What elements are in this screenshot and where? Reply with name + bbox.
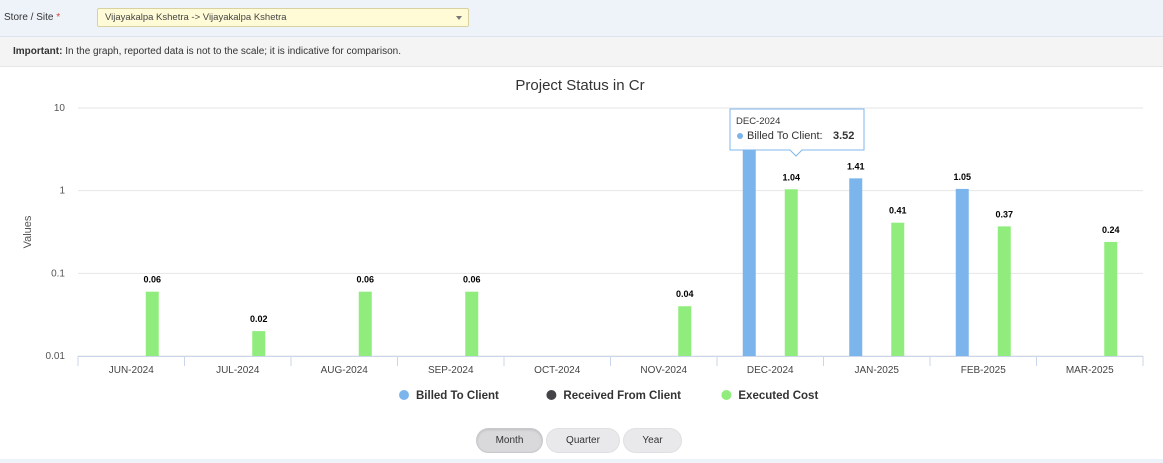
y-tick-label: 10 — [54, 103, 66, 114]
x-tick-label: FEB-2025 — [961, 365, 1006, 376]
data-label: 0.06 — [463, 275, 481, 285]
x-tick-label: MAR-2025 — [1066, 365, 1114, 376]
data-label: 0.41 — [889, 206, 907, 216]
data-label: 0.06 — [356, 275, 374, 285]
site-select[interactable]: Vijayakalpa Kshetra -> Vijayakalpa Kshet… — [97, 8, 469, 27]
x-tick-label: JUN-2024 — [109, 365, 154, 376]
legend-marker — [399, 390, 409, 400]
data-label: 1.41 — [847, 161, 865, 171]
data-label: 1.05 — [953, 172, 971, 182]
legend-marker — [546, 390, 557, 400]
legend-item: Billed To Client — [416, 390, 499, 402]
y-tick-label: 0.01 — [46, 351, 66, 362]
data-label: 0.02 — [250, 314, 268, 324]
y-axis-label: Values — [22, 215, 34, 248]
chart-title: Project Status in Cr — [515, 77, 644, 94]
notice-text: In the graph, reported data is not to th… — [62, 46, 401, 57]
legend-marker — [721, 390, 732, 400]
bottom-border — [0, 459, 1163, 463]
bar-2-9 — [1104, 241, 1118, 356]
site-label-text: Store / Site — [4, 12, 54, 23]
data-label: 0.24 — [1102, 225, 1120, 235]
x-tick-label: SEP-2024 — [428, 365, 474, 376]
tooltip-category: DEC-2024 — [736, 116, 780, 127]
data-label: 0.06 — [143, 275, 161, 285]
data-label: 0.04 — [676, 289, 694, 299]
scale-notice: Important: In the graph, reported data i… — [0, 37, 1163, 67]
x-tick-label: OCT-2024 — [534, 365, 581, 376]
bar-2-2 — [358, 291, 372, 356]
x-tick-label: NOV-2024 — [640, 365, 687, 376]
required-mark: * — [56, 12, 61, 23]
site-bar: Store / Site * Vijayakalpa Kshetra -> Vi… — [0, 0, 1163, 37]
chevron-down-icon — [456, 16, 462, 20]
data-label: 1.04 — [782, 172, 800, 182]
tooltip-value: 3.52 — [833, 130, 854, 142]
bar-2-3 — [465, 291, 479, 356]
site-select-value: Vijayakalpa Kshetra -> Vijayakalpa Kshet… — [105, 12, 287, 23]
bar-0-8 — [955, 188, 969, 356]
period-buttons: Month Quarter Year — [476, 428, 682, 453]
bar-2-5 — [678, 306, 692, 356]
chart-svg: Project Status in Cr 10 1 0.1 0.01 Values JUN-… — [22, 77, 1144, 402]
bar-2-8 — [997, 226, 1011, 356]
y-tick-label: 1 — [59, 186, 65, 197]
bar-2-0 — [145, 291, 159, 356]
quarter-button[interactable]: Quarter — [546, 428, 620, 453]
x-tick-label: JAN-2025 — [855, 365, 900, 376]
x-tick-label: DEC-2024 — [747, 365, 794, 376]
legend-item: Executed Cost — [738, 390, 818, 402]
bar-2-6 — [784, 189, 798, 356]
x-tick-label: JUL-2024 — [216, 365, 260, 376]
bar-2-7 — [891, 222, 905, 356]
x-tick-label: AUG-2024 — [321, 365, 369, 376]
tooltip-series-label: Billed To Client: — [747, 130, 823, 142]
bar-0-6 — [742, 145, 756, 356]
data-label: 0.37 — [995, 209, 1013, 219]
tooltip-marker — [737, 133, 743, 139]
legend-item: Received From Client — [563, 390, 681, 402]
notice-strong: Important: — [13, 46, 63, 57]
bar-0-7 — [849, 178, 863, 356]
month-button[interactable]: Month — [476, 428, 543, 453]
y-tick-label: 0.1 — [51, 268, 65, 279]
year-button[interactable]: Year — [623, 428, 682, 453]
bar-2-1 — [252, 331, 266, 356]
site-label: Store / Site * — [4, 12, 60, 23]
project-status-chart: Project Status in Cr 10 1 0.1 0.01 Values JUN-… — [0, 67, 1163, 463]
